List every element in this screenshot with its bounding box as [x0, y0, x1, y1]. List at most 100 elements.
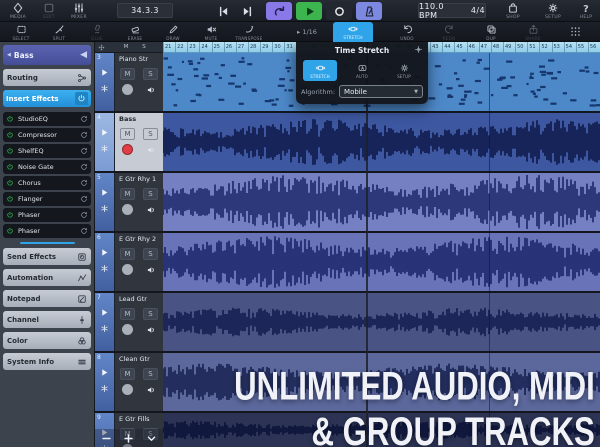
stretch-mode-auto[interactable]: AUTO — [345, 60, 379, 81]
mute-button[interactable]: M — [120, 68, 135, 80]
metronome-button[interactable] — [356, 2, 382, 20]
track-strip[interactable]: 7 — [95, 293, 115, 351]
move-icon[interactable] — [98, 44, 105, 51]
preset-cycle-icon[interactable] — [80, 147, 88, 155]
media-button[interactable]: MEDIA — [4, 1, 32, 21]
insert-effect-slot[interactable]: Chorus — [3, 176, 91, 190]
power-icon[interactable] — [6, 131, 14, 139]
mute-button[interactable]: M — [120, 188, 135, 200]
track-strip[interactable]: 3 — [95, 53, 115, 111]
record-button[interactable] — [326, 2, 352, 20]
track-header[interactable]: Lead GtrMS — [115, 293, 163, 351]
shop-button[interactable]: SHOP — [500, 1, 526, 21]
global-solo-button[interactable]: S — [135, 44, 153, 50]
track-play-icon[interactable] — [100, 188, 109, 197]
track-row[interactable]: 8Clean GtrMS — [95, 353, 163, 413]
mute-button[interactable]: M — [120, 248, 135, 260]
track-header[interactable]: BassMS — [115, 113, 163, 171]
section-send-effects[interactable]: Send Effects — [3, 248, 91, 265]
section-channel[interactable]: Channel — [3, 311, 91, 328]
mixer-button[interactable]: MIXER — [64, 1, 94, 21]
freeze-icon[interactable] — [100, 204, 109, 213]
tool-erase[interactable]: ERASE — [116, 22, 154, 42]
power-icon[interactable] — [6, 115, 14, 123]
track-lane-region[interactable] — [163, 173, 600, 233]
monitor-speaker-icon[interactable] — [146, 265, 156, 275]
insert-effect-slot[interactable]: Noise Gate — [3, 160, 91, 174]
mute-button[interactable]: M — [120, 368, 135, 380]
section-automation[interactable]: Automation — [3, 269, 91, 286]
power-icon[interactable] — [6, 195, 14, 203]
help-button[interactable]: ? HELP — [574, 1, 598, 21]
routing-button[interactable]: Routing — [3, 69, 91, 86]
stretch-tool-button[interactable]: STRETCH — [333, 22, 373, 42]
tool-glue[interactable]: GLUE — [78, 22, 116, 42]
power-icon[interactable] — [6, 147, 14, 155]
insert-effect-slot[interactable]: StudioEQ — [3, 112, 91, 126]
preset-cycle-icon[interactable] — [80, 227, 88, 235]
monitor-speaker-icon[interactable] — [146, 85, 156, 95]
tool-undo[interactable]: UNDO — [386, 22, 428, 42]
tool-transpose[interactable]: TRANSPOSE — [230, 22, 268, 42]
play-button[interactable] — [296, 2, 322, 20]
tool-split[interactable]: SPLIT — [40, 22, 78, 42]
solo-button[interactable]: S — [143, 248, 158, 260]
solo-button[interactable]: S — [143, 188, 158, 200]
track-row[interactable]: 4BassMS — [95, 113, 163, 173]
record-arm-button[interactable] — [122, 84, 133, 95]
algorithm-select[interactable]: Mobile ▼ — [339, 85, 423, 98]
tool-draw[interactable]: DRAW — [154, 22, 192, 42]
track-row[interactable]: 6E Gtr Rhy 2MS — [95, 233, 163, 293]
track-header[interactable]: Clean GtrMS — [115, 353, 163, 411]
monitor-speaker-icon[interactable] — [146, 325, 156, 335]
solo-button[interactable]: S — [143, 128, 158, 140]
track-header[interactable]: E Gtr Rhy 2MS — [115, 233, 163, 291]
insert-effect-slot[interactable]: Flanger — [3, 192, 91, 206]
track-header[interactable]: Piano StrMS — [115, 53, 163, 111]
insert-effect-slot[interactable]: Compressor — [3, 128, 91, 142]
record-arm-button[interactable] — [122, 204, 133, 215]
skip-back-button[interactable] — [212, 2, 234, 20]
track-lane-region[interactable] — [163, 113, 600, 173]
monitor-speaker-icon[interactable] — [146, 385, 156, 395]
solo-button[interactable]: S — [143, 68, 158, 80]
solo-button[interactable]: S — [143, 308, 158, 320]
power-icon[interactable] — [6, 163, 14, 171]
collapse-chevron-icon[interactable] — [146, 433, 157, 444]
stretch-mode-stretch[interactable]: STRETCH — [303, 60, 337, 81]
track-play-icon[interactable] — [100, 68, 109, 77]
insert-effect-slot[interactable]: Phaser — [3, 208, 91, 222]
tool-share[interactable]: SHARE — [512, 22, 554, 42]
power-icon[interactable] — [6, 227, 14, 235]
monitor-speaker-icon[interactable] — [146, 205, 156, 215]
track-play-icon[interactable] — [100, 308, 109, 317]
stretch-mode-setup[interactable]: SETUP — [387, 60, 421, 81]
power-icon[interactable] — [6, 179, 14, 187]
track-play-icon[interactable] — [100, 128, 109, 137]
insert-effect-slot[interactable]: ShelfEQ — [3, 144, 91, 158]
freeze-icon[interactable] — [100, 84, 109, 93]
freeze-icon[interactable] — [100, 144, 109, 153]
track-row[interactable]: 7Lead GtrMS — [95, 293, 163, 353]
insert-effects-button[interactable]: Insert Effects — [3, 90, 91, 107]
track-row[interactable]: 5E Gtr Rhy 1MS — [95, 173, 163, 233]
freeze-icon[interactable] — [100, 264, 109, 273]
skip-forward-button[interactable] — [236, 2, 258, 20]
preset-cycle-icon[interactable] — [80, 115, 88, 123]
section-notepad[interactable]: Notepad — [3, 290, 91, 307]
track-lane-region[interactable] — [163, 233, 600, 293]
tool-dup[interactable]: DUP — [470, 22, 512, 42]
track-strip[interactable]: 5 — [95, 173, 115, 231]
drag-handle-icon[interactable] — [414, 45, 423, 54]
power-icon[interactable] — [6, 211, 14, 219]
preset-cycle-icon[interactable] — [80, 211, 88, 219]
cycle-button[interactable] — [266, 2, 292, 20]
solo-button[interactable]: S — [143, 368, 158, 380]
track-row[interactable]: 3Piano StrMS — [95, 53, 163, 113]
mute-button[interactable]: M — [120, 308, 135, 320]
position-display[interactable]: 34.3.3 — [117, 3, 173, 18]
section-color[interactable]: Color — [3, 332, 91, 349]
freeze-icon[interactable] — [100, 324, 109, 333]
section-system-info[interactable]: System Info — [3, 353, 91, 370]
snap-value[interactable]: ▸ 1/16 — [297, 22, 317, 42]
